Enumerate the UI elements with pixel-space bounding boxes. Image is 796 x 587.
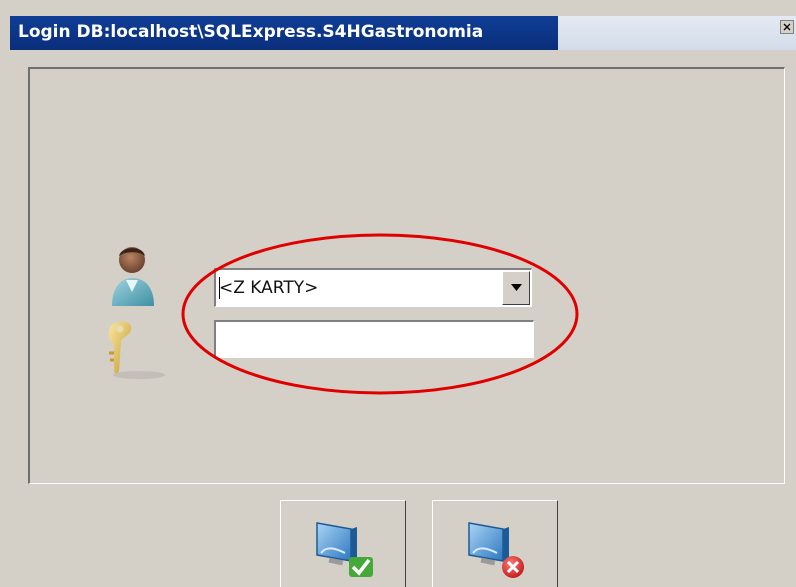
password-field[interactable]: [214, 320, 534, 358]
cancel-button[interactable]: [432, 500, 558, 587]
user-icon: [112, 247, 154, 306]
login-cancel-icon: [468, 522, 524, 578]
dialog-top-strip: [10, 50, 796, 66]
user-select-value: <Z KARTY>: [219, 278, 319, 298]
key-icon: [108, 321, 165, 379]
window-title: Login DB:localhost\SQLExpress.S4HGastron…: [18, 22, 484, 42]
ok-button[interactable]: [280, 500, 406, 587]
title-bar: Login DB:localhost\SQLExpress.S4HGastron…: [10, 16, 796, 51]
chevron-down-icon: [511, 284, 522, 291]
close-button[interactable]: [780, 20, 794, 34]
close-icon: [783, 23, 791, 31]
user-select-dropdown-button[interactable]: [502, 271, 530, 305]
title-bar-highlight: Login DB:localhost\SQLExpress.S4HGastron…: [10, 16, 558, 50]
login-dialog: Login DB:localhost\SQLExpress.S4HGastron…: [0, 0, 796, 587]
user-select[interactable]: <Z KARTY>: [214, 268, 532, 307]
login-confirm-icon: [316, 522, 373, 577]
